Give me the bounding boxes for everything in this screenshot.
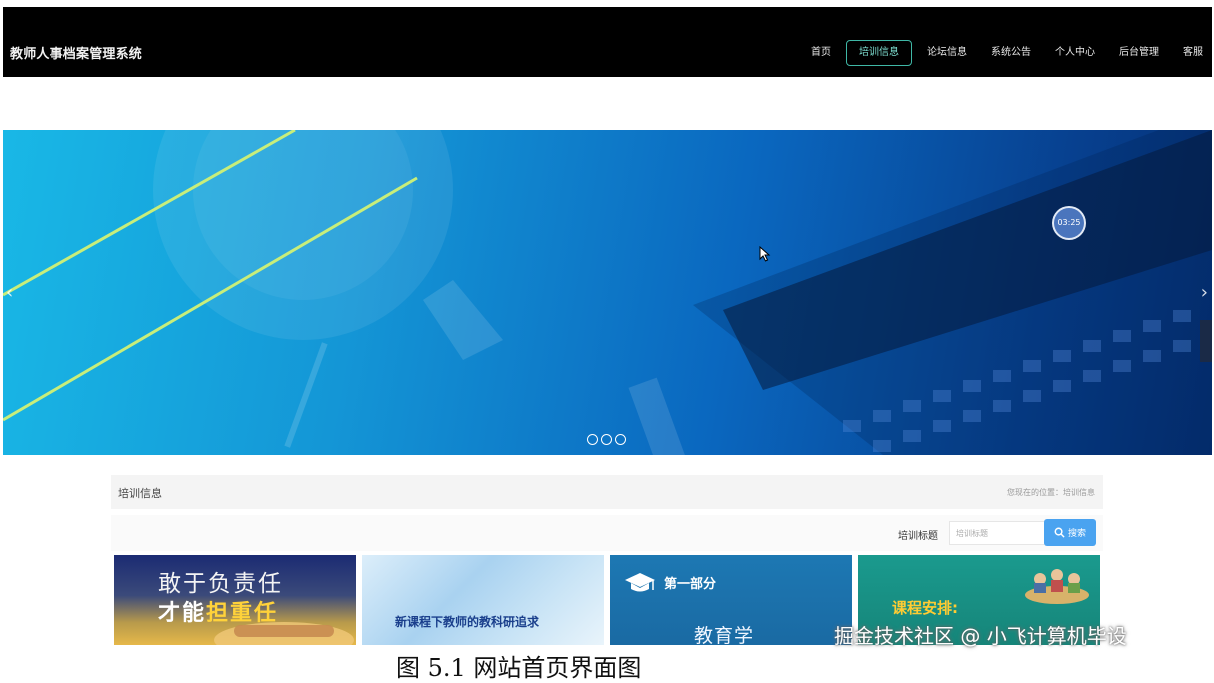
search-button-label: 搜索	[1067, 529, 1086, 539]
search-label: 培训标题	[898, 531, 938, 542]
breadcrumb: 您现在的位置：培训信息	[1007, 488, 1095, 497]
graduation-cap-icon	[625, 573, 655, 592]
card-title-line2-highlight: 担重任	[206, 601, 279, 626]
carousel-dot-3[interactable]	[615, 434, 626, 445]
carousel-dot-1[interactable]	[587, 434, 598, 445]
carousel-prev-button[interactable]: ‹	[6, 282, 13, 303]
nav-item-announcements[interactable]: 系统公告	[982, 40, 1040, 66]
search-icon	[1054, 527, 1065, 538]
timer-badge: 03:25	[1052, 206, 1086, 240]
nav-item-personal-center[interactable]: 个人中心	[1046, 40, 1104, 66]
nav-item-home[interactable]: 首页	[802, 40, 840, 66]
training-card[interactable]: 新课程下教师的教科研追求	[362, 555, 604, 645]
training-card[interactable]: 第一部分 教育学	[610, 555, 852, 645]
side-float-tab[interactable]	[1200, 320, 1212, 362]
training-card[interactable]: 敢于负责任 才能担重任	[114, 555, 356, 645]
search-bar: 培训标题 搜索	[111, 515, 1103, 551]
section-header: 培训信息 您现在的位置：培训信息	[111, 475, 1103, 509]
students-illustration	[1025, 569, 1089, 604]
section-title: 培训信息	[118, 487, 162, 500]
card-title: 教育学	[694, 625, 755, 645]
card-title-line1: 敢于负责任	[158, 571, 283, 597]
search-button[interactable]: 搜索	[1044, 519, 1096, 546]
app-title[interactable]: 教师人事档案管理系统	[10, 43, 142, 62]
nav-item-admin[interactable]: 后台管理	[1110, 40, 1168, 66]
card-title: 课程安排:	[892, 599, 958, 617]
nav-item-forum[interactable]: 论坛信息	[918, 40, 976, 66]
banner-illustration	[3, 130, 1212, 455]
card-title: 新课程下教师的教科研追求	[395, 615, 540, 629]
carousel-next-button[interactable]: ›	[1201, 282, 1208, 303]
chevron-left-icon: ‹	[6, 282, 14, 303]
card-title-line2: 才能担重任	[158, 595, 278, 627]
nav-item-training[interactable]: 培训信息	[846, 40, 912, 66]
top-navbar: 教师人事档案管理系统 首页 培训信息 论坛信息 系统公告 个人中心 后台管理 客…	[3, 7, 1212, 77]
card-title-line2-prefix: 才能	[158, 601, 207, 626]
search-input[interactable]	[949, 521, 1051, 545]
carousel-indicators	[587, 434, 626, 445]
figure-caption: 图 5.1 网站首页界面图	[396, 654, 642, 682]
carousel-dot-2[interactable]	[601, 434, 612, 445]
card-header: 第一部分	[664, 577, 717, 592]
banner-carousel[interactable]: ‹ › 03:25	[3, 130, 1212, 455]
chevron-right-icon: ›	[1200, 282, 1208, 303]
mouse-cursor-icon	[759, 246, 771, 262]
nav-item-customer-service[interactable]: 客服	[1174, 40, 1212, 66]
main-nav: 首页 培训信息 论坛信息 系统公告 个人中心 后台管理 客服	[796, 40, 1212, 66]
watermark-text: 掘金技术社区 @ 小飞计算机毕设	[834, 624, 1127, 648]
